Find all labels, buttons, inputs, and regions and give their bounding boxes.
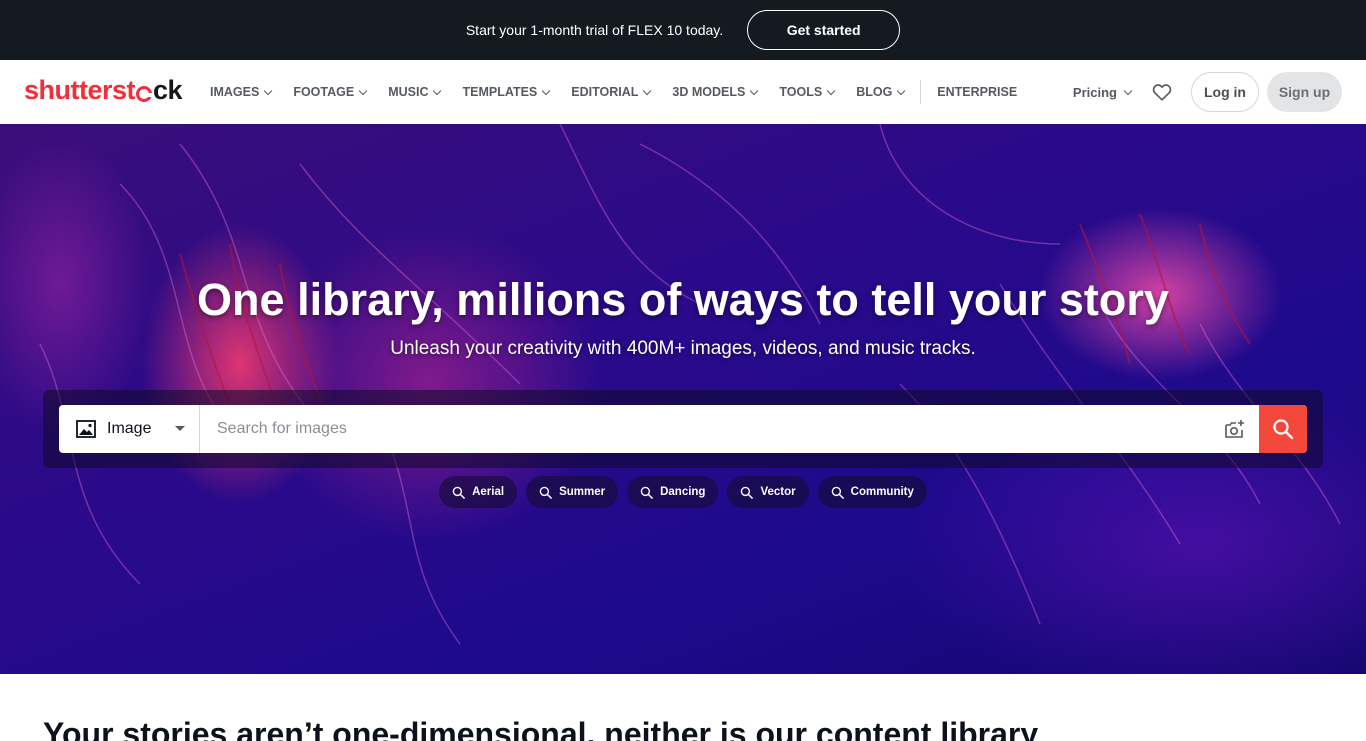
search-icon bbox=[831, 486, 844, 499]
chevron-down-icon bbox=[433, 86, 442, 95]
media-type-select[interactable]: Image bbox=[59, 405, 200, 453]
chip-label: Community bbox=[850, 486, 914, 498]
nav-item-3d-models[interactable]: 3D MODELS bbox=[672, 85, 759, 99]
chip-community[interactable]: Community bbox=[817, 476, 927, 508]
nav-item-label: 3D MODELS bbox=[672, 85, 746, 99]
chevron-down-icon bbox=[358, 86, 368, 95]
nav-item-images[interactable]: IMAGES bbox=[210, 85, 273, 99]
nav-item-footage[interactable]: FOOTAGE bbox=[293, 85, 368, 99]
nav-item-editorial[interactable]: EDITORIAL bbox=[571, 85, 652, 99]
nav-item-label: EDITORIAL bbox=[571, 85, 639, 99]
chip-aerial[interactable]: Aerial bbox=[439, 476, 518, 508]
signup-button[interactable]: Sign up bbox=[1267, 72, 1342, 112]
chip-label: Vector bbox=[760, 486, 796, 498]
search-icon bbox=[1273, 419, 1294, 440]
chevron-down-icon bbox=[643, 86, 652, 95]
hero-section: One library, millions of ways to tell yo… bbox=[0, 124, 1366, 674]
chip-dancing[interactable]: Dancing bbox=[627, 476, 719, 508]
nav-item-label: TOOLS bbox=[779, 85, 823, 99]
hero-subtitle: Unleash your creativity with 400M+ image… bbox=[390, 338, 976, 359]
chevron-down-icon bbox=[542, 86, 551, 95]
hero-title: One library, millions of ways to tell yo… bbox=[197, 274, 1169, 325]
nav-item-templates[interactable]: TEMPLATES bbox=[462, 85, 551, 99]
search-button[interactable] bbox=[1259, 405, 1307, 453]
logo-text-end: ck bbox=[153, 75, 183, 105]
search-icon bbox=[452, 486, 465, 499]
caret-down-icon bbox=[175, 426, 185, 431]
nav-item-label: TEMPLATES bbox=[462, 85, 538, 99]
logo-o-mark bbox=[136, 85, 155, 102]
section-heading: Your stories aren’t one-dimensional, nei… bbox=[43, 716, 1039, 741]
login-button[interactable]: Log in bbox=[1191, 72, 1259, 112]
nav-item-label: FOOTAGE bbox=[293, 85, 355, 99]
nav-item-tools[interactable]: TOOLS bbox=[779, 85, 836, 99]
chip-label: Dancing bbox=[660, 486, 706, 498]
shutterstock-logo[interactable]: shutterst ck bbox=[24, 75, 183, 106]
pricing-menu[interactable]: Pricing bbox=[1072, 84, 1133, 100]
chevron-down-icon bbox=[1123, 86, 1133, 95]
nav-item-label: ENTERPRISE bbox=[937, 85, 1018, 99]
nav-item-label: BLOG bbox=[856, 85, 893, 99]
chevron-down-icon bbox=[264, 86, 273, 95]
chip-summer[interactable]: Summer bbox=[526, 476, 619, 508]
promo-banner: Start your 1-month trial of FLEX 10 toda… bbox=[0, 0, 1366, 60]
suggested-searches: Aerial Summer Dancing Vector Community bbox=[0, 476, 1366, 508]
account-nav: Pricing Log in Sign up bbox=[1073, 60, 1342, 124]
image-icon bbox=[76, 420, 96, 438]
logo-text-main: shutterst bbox=[24, 75, 136, 105]
search-container: Image bbox=[43, 390, 1323, 468]
camera-search-icon bbox=[1225, 420, 1244, 438]
search-icon bbox=[640, 486, 653, 499]
media-type-label: Image bbox=[107, 420, 152, 437]
nav-item-music[interactable]: MUSIC bbox=[388, 85, 442, 99]
chip-vector[interactable]: Vector bbox=[727, 476, 809, 508]
heart-icon[interactable] bbox=[1151, 81, 1173, 103]
nav-menu: IMAGES FOOTAGE MUSIC TEMPLATES EDITORIAL… bbox=[210, 60, 1039, 124]
nav-item-label: IMAGES bbox=[210, 85, 260, 99]
chip-label: Aerial bbox=[472, 486, 505, 498]
chevron-down-icon bbox=[897, 86, 906, 95]
nav-divider bbox=[920, 80, 922, 104]
visual-search-button[interactable] bbox=[1211, 405, 1259, 453]
search-input[interactable] bbox=[200, 405, 1211, 453]
search-icon bbox=[539, 486, 552, 499]
search-icon bbox=[741, 486, 754, 499]
get-started-button[interactable]: Get started bbox=[747, 10, 901, 50]
search-bar: Image bbox=[59, 405, 1307, 453]
chevron-down-icon bbox=[826, 86, 836, 95]
promo-text: Start your 1-month trial of FLEX 10 toda… bbox=[465, 22, 724, 38]
nav-item-label: MUSIC bbox=[388, 85, 429, 99]
nav-item-enterprise[interactable]: ENTERPRISE bbox=[937, 85, 1017, 99]
pricing-label: Pricing bbox=[1072, 84, 1117, 100]
chevron-down-icon bbox=[750, 86, 759, 95]
chip-label: Summer bbox=[559, 486, 606, 498]
nav-item-blog[interactable]: BLOG bbox=[856, 85, 906, 99]
main-nav: shutterst ck IMAGES FOOTAGE MUSIC TEMPLAT… bbox=[0, 60, 1366, 124]
